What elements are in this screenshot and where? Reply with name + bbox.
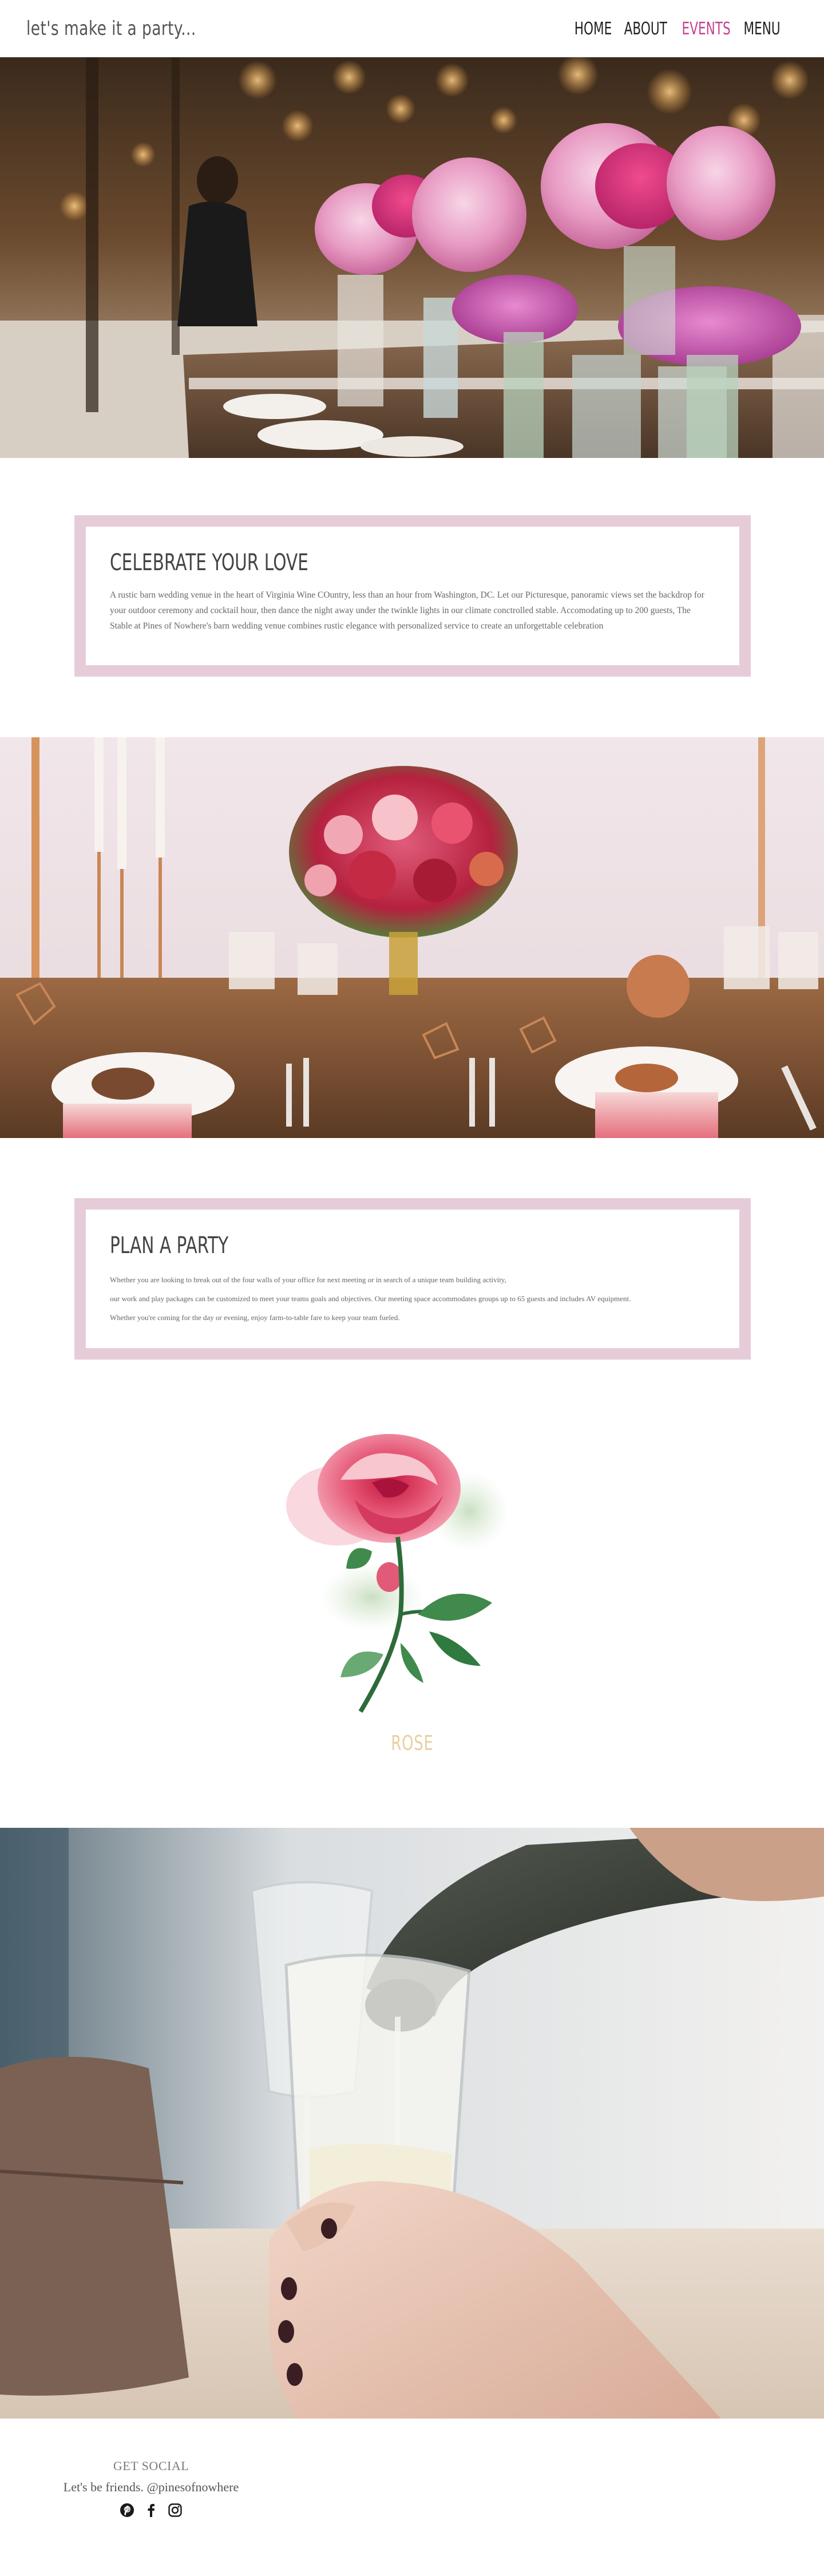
- hero-photo-illustration: [0, 57, 824, 458]
- rose-caption: ROSE: [0, 1732, 824, 1755]
- social-icons-row: [110, 2502, 192, 2518]
- social-handle-text[interactable]: Let's be friends. @pinesofnowhere: [60, 2480, 243, 2495]
- nav-home-link[interactable]: HOME: [575, 19, 612, 39]
- table-setting-illustration: [0, 737, 824, 1138]
- plan-party-line-1: Whether you are looking to break out of …: [110, 1275, 506, 1284]
- plan-party-line-3: Whether you're coming for the day or eve…: [110, 1313, 400, 1322]
- facebook-icon[interactable]: [143, 2502, 159, 2518]
- pinterest-icon[interactable]: [119, 2502, 135, 2518]
- champagne-pour-photo: [0, 1828, 824, 2419]
- rose-illustration: [286, 1425, 538, 1780]
- nav-about-link[interactable]: ABOUT: [624, 19, 667, 39]
- celebrate-love-card: CELEBRATE YOUR LOVE A rustic barn weddin…: [74, 515, 751, 677]
- instagram-icon[interactable]: [167, 2502, 183, 2518]
- plan-party-line-2: our work and play packages can be custom…: [110, 1294, 631, 1303]
- table-setting-photo: [0, 737, 824, 1138]
- celebrate-love-body: A rustic barn wedding venue in the heart…: [110, 590, 704, 631]
- site-logo[interactable]: let's make it a party...: [26, 17, 196, 40]
- main-nav: HOME ABOUT EVENTS MENU: [572, 19, 783, 39]
- site-header: let's make it a party... HOME ABOUT EVEN…: [0, 0, 824, 57]
- celebrate-love-title: CELEBRATE YOUR LOVE: [110, 550, 308, 576]
- plan-party-card: PLAN A PARTY Whether you are looking to …: [74, 1198, 751, 1360]
- nav-menu-link[interactable]: MENU: [743, 19, 780, 39]
- rose-watercolor-icon: [286, 1434, 509, 1713]
- plan-party-title: PLAN A PARTY: [110, 1232, 229, 1259]
- hero-table-flowers-photo: [0, 57, 824, 458]
- rose-caption-text: ROSE: [390, 1732, 434, 1755]
- site-footer: GET SOCIAL Let's be friends. @pinesofnow…: [0, 2419, 824, 2576]
- get-social-heading: GET SOCIAL: [113, 2459, 189, 2473]
- nav-events-link[interactable]: EVENTS: [682, 19, 730, 39]
- champagne-pour-illustration: [0, 1828, 824, 2419]
